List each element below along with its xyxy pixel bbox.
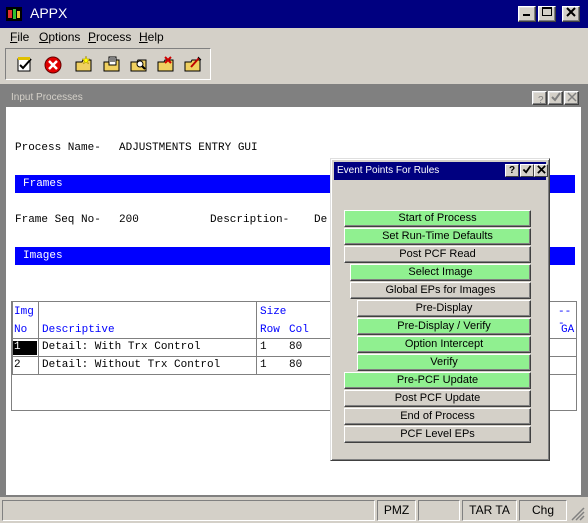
row-col-cell[interactable]: 80	[289, 359, 302, 371]
help-icon: ?	[508, 165, 516, 176]
row-col-cell[interactable]: 80	[289, 341, 302, 353]
event-point-button[interactable]: Pre-Display	[357, 300, 531, 317]
dialog-close-button[interactable]	[534, 164, 548, 177]
event-point-button[interactable]: Option Intercept	[357, 336, 531, 353]
menu-file[interactable]: File	[10, 30, 29, 44]
frame-seq-label: Frame Seq No-	[15, 214, 101, 226]
row-no-cell[interactable]: 1	[13, 341, 37, 355]
event-point-button[interactable]: Start of Process	[344, 210, 531, 227]
maximize-icon	[542, 7, 552, 16]
process-name-value: ADJUSTMENTS ENTRY GUI	[119, 142, 258, 154]
menu-options[interactable]: Options	[39, 30, 80, 44]
row-desc-cell[interactable]: Detail: With Trx Control	[42, 341, 200, 353]
dialog-title: Event Points For Rules	[337, 165, 440, 176]
event-point-button[interactable]: End of Process	[344, 408, 531, 425]
dialog-title-bar[interactable]: Event Points For Rules ?	[334, 162, 548, 180]
status-panel-tar: TAR TA	[462, 500, 517, 521]
close-icon	[566, 92, 577, 102]
stop-icon[interactable]	[43, 55, 63, 75]
check-icon	[522, 165, 532, 174]
frame-seq-value: 200	[119, 214, 139, 226]
menu-bar: File Options Process Help	[0, 28, 588, 46]
col-row-header: Row	[260, 324, 280, 336]
maximize-button[interactable]	[538, 6, 556, 22]
col-col-header: Col	[289, 324, 309, 336]
app-title: APPX	[30, 5, 68, 21]
description-value: De	[314, 214, 328, 226]
minimize-icon	[523, 14, 530, 16]
event-point-button[interactable]: Pre-Display / Verify	[357, 318, 531, 335]
app-title-bar[interactable]: APPX	[0, 0, 588, 28]
find-folder-icon[interactable]	[129, 55, 149, 75]
status-panel-pmz: PMZ	[377, 500, 416, 521]
event-point-button[interactable]: Post PCF Update	[344, 390, 531, 407]
event-point-button[interactable]: Set Run-Time Defaults	[344, 228, 531, 245]
row-desc-cell[interactable]: Detail: Without Trx Control	[42, 359, 220, 371]
dialog-help-button[interactable]: ?	[505, 164, 519, 177]
status-panel-main	[2, 500, 375, 521]
col-ga-header: GA	[561, 324, 575, 336]
inner-title-bar[interactable]: Input Processes ?	[6, 89, 581, 107]
status-panel-chg: Chg	[519, 500, 567, 521]
col-img-header: Img	[14, 306, 34, 318]
close-button[interactable]	[562, 6, 580, 22]
col-desc-header: Descriptive	[42, 324, 115, 336]
row-no-cell[interactable]: 2	[14, 359, 21, 371]
check-icon	[550, 92, 561, 102]
event-point-button[interactable]: PCF Level EPs	[344, 426, 531, 443]
inner-ok-button[interactable]	[548, 91, 563, 105]
row-row-cell[interactable]: 1	[260, 359, 267, 371]
checklist-icon[interactable]	[15, 55, 35, 75]
event-point-button[interactable]: Post PCF Read	[344, 246, 531, 263]
close-icon	[536, 165, 546, 174]
dialog-ok-button[interactable]	[520, 164, 534, 177]
minimize-button[interactable]	[518, 6, 536, 22]
menu-process[interactable]: Process	[88, 30, 131, 44]
event-point-button[interactable]: Verify	[357, 354, 531, 371]
inner-close-button[interactable]	[564, 91, 579, 105]
delete-folder-icon[interactable]	[156, 55, 176, 75]
process-name-label: Process Name-	[15, 142, 101, 154]
close-icon	[566, 7, 576, 17]
toolbar	[5, 48, 211, 80]
appx-logo-icon	[6, 7, 22, 21]
new-folder-icon[interactable]	[74, 55, 94, 75]
open-folder-icon[interactable]	[102, 55, 122, 75]
event-point-button[interactable]: Pre-PCF Update	[344, 372, 531, 389]
edit-folder-icon[interactable]	[183, 55, 203, 75]
menu-help[interactable]: Help	[139, 30, 164, 44]
inner-help-button[interactable]: ?	[532, 91, 547, 106]
description-label: Description-	[210, 214, 290, 226]
status-bar: PMZ TAR TA Chg	[0, 498, 588, 523]
col-no-header: No	[14, 324, 28, 336]
resize-grip-icon[interactable]	[571, 507, 585, 521]
event-point-button[interactable]: Select Image	[350, 264, 531, 281]
event-point-button[interactable]: Global EPs for Images	[350, 282, 531, 299]
status-panel-empty	[418, 500, 460, 521]
row-row-cell[interactable]: 1	[260, 341, 267, 353]
event-points-dialog: Event Points For Rules ? Start of Proces…	[330, 158, 550, 461]
inner-title: Input Processes	[11, 92, 83, 103]
col-size-header: Size	[260, 306, 287, 318]
help-icon: ?	[538, 95, 544, 106]
